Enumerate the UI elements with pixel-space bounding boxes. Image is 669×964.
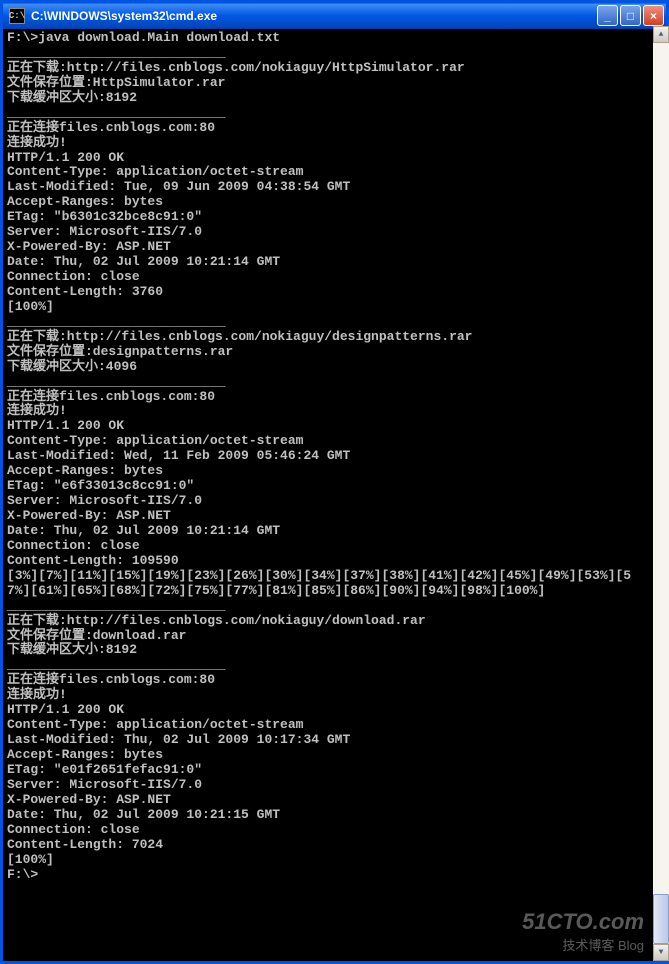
http-header: Server: Microsoft-IIS/7.0: [7, 224, 202, 239]
separator: ____________________________: [7, 314, 225, 329]
buffer-size: 下载缓冲区大小:4096: [7, 359, 137, 374]
http-header: Date: Thu, 02 Jul 2009 10:21:14 GMT: [7, 523, 280, 538]
download-url: 正在下载:http://files.cnblogs.com/nokiaguy/H…: [7, 60, 465, 75]
scroll-down-button[interactable]: ▼: [653, 944, 669, 961]
http-status: HTTP/1.1 200 OK: [7, 418, 124, 433]
window-controls: _ □ ×: [597, 5, 664, 26]
http-status: HTTP/1.1 200 OK: [7, 150, 124, 165]
prompt-line: F:\>java download.Main download.txt: [7, 30, 280, 45]
progress: 7%][61%][65%][68%][72%][75%][77%][81%][8…: [7, 583, 545, 598]
http-header: Accept-Ranges: bytes: [7, 194, 163, 209]
http-header: ETag: "e01f2651fefac91:0": [7, 762, 202, 777]
connect-ok: 连接成功!: [7, 135, 67, 150]
http-header: Connection: close: [7, 269, 140, 284]
http-header: X-Powered-By: ASP.NET: [7, 508, 171, 523]
vertical-scrollbar[interactable]: ▲ ▼: [653, 26, 669, 961]
http-header: Accept-Ranges: bytes: [7, 463, 163, 478]
http-header: Last-Modified: Wed, 11 Feb 2009 05:46:24…: [7, 448, 350, 463]
save-location: 文件保存位置:HttpSimulator.rar: [7, 75, 225, 90]
http-header: Server: Microsoft-IIS/7.0: [7, 777, 202, 792]
buffer-size: 下载缓冲区大小:8192: [7, 90, 137, 105]
save-location: 文件保存位置:designpatterns.rar: [7, 344, 233, 359]
http-header: Last-Modified: Tue, 09 Jun 2009 04:38:54…: [7, 179, 350, 194]
http-header: Date: Thu, 02 Jul 2009 10:21:14 GMT: [7, 254, 280, 269]
http-header: Content-Length: 109590: [7, 553, 179, 568]
http-header: X-Powered-By: ASP.NET: [7, 239, 171, 254]
maximize-button[interactable]: □: [620, 5, 641, 26]
connecting: 正在连接files.cnblogs.com:80: [7, 120, 215, 135]
http-header: Server: Microsoft-IIS/7.0: [7, 493, 202, 508]
scroll-up-button[interactable]: ▲: [653, 26, 669, 43]
connect-ok: 连接成功!: [7, 687, 67, 702]
minimize-button[interactable]: _: [597, 5, 618, 26]
http-header: Content-Type: application/octet-stream: [7, 164, 303, 179]
separator: ____________________________: [7, 105, 225, 120]
scroll-thumb[interactable]: [653, 894, 669, 944]
prompt-line: F:\>: [7, 867, 38, 882]
http-header: Connection: close: [7, 822, 140, 837]
http-header: Accept-Ranges: bytes: [7, 747, 163, 762]
command-prompt-window: C:\ C:\WINDOWS\system32\cmd.exe _ □ × F:…: [0, 0, 669, 964]
http-status: HTTP/1.1 200 OK: [7, 702, 124, 717]
connecting: 正在连接files.cnblogs.com:80: [7, 672, 215, 687]
http-header: ETag: "b6301c32bce8c91:0": [7, 209, 202, 224]
separator: ____________________________: [7, 374, 225, 389]
close-button[interactable]: ×: [643, 5, 664, 26]
progress: [100%]: [7, 299, 54, 314]
http-header: Content-Length: 7024: [7, 837, 163, 852]
http-header: Content-Type: application/octet-stream: [7, 717, 303, 732]
separator: ____________________________: [7, 45, 225, 60]
console-output[interactable]: F:\>java download.Main download.txt ____…: [3, 29, 666, 961]
progress: [100%]: [7, 852, 54, 867]
window-title: C:\WINDOWS\system32\cmd.exe: [31, 9, 597, 23]
http-header: Date: Thu, 02 Jul 2009 10:21:15 GMT: [7, 807, 280, 822]
scroll-track[interactable]: [653, 43, 669, 944]
titlebar[interactable]: C:\ C:\WINDOWS\system32\cmd.exe _ □ ×: [3, 3, 666, 29]
buffer-size: 下载缓冲区大小:8192: [7, 642, 137, 657]
connecting: 正在连接files.cnblogs.com:80: [7, 389, 215, 404]
http-header: Content-Type: application/octet-stream: [7, 433, 303, 448]
separator: ____________________________: [7, 598, 225, 613]
app-icon: C:\: [9, 8, 25, 24]
save-location: 文件保存位置:download.rar: [7, 628, 186, 643]
download-url: 正在下载:http://files.cnblogs.com/nokiaguy/d…: [7, 613, 426, 628]
http-header: ETag: "e6f33013c8cc91:0": [7, 478, 194, 493]
http-header: Content-Length: 3760: [7, 284, 163, 299]
http-header: Connection: close: [7, 538, 140, 553]
separator: ____________________________: [7, 657, 225, 672]
connect-ok: 连接成功!: [7, 403, 67, 418]
progress: [3%][7%][11%][15%][19%][23%][26%][30%][3…: [7, 568, 631, 583]
download-url: 正在下载:http://files.cnblogs.com/nokiaguy/d…: [7, 329, 472, 344]
http-header: X-Powered-By: ASP.NET: [7, 792, 171, 807]
http-header: Last-Modified: Thu, 02 Jul 2009 10:17:34…: [7, 732, 350, 747]
